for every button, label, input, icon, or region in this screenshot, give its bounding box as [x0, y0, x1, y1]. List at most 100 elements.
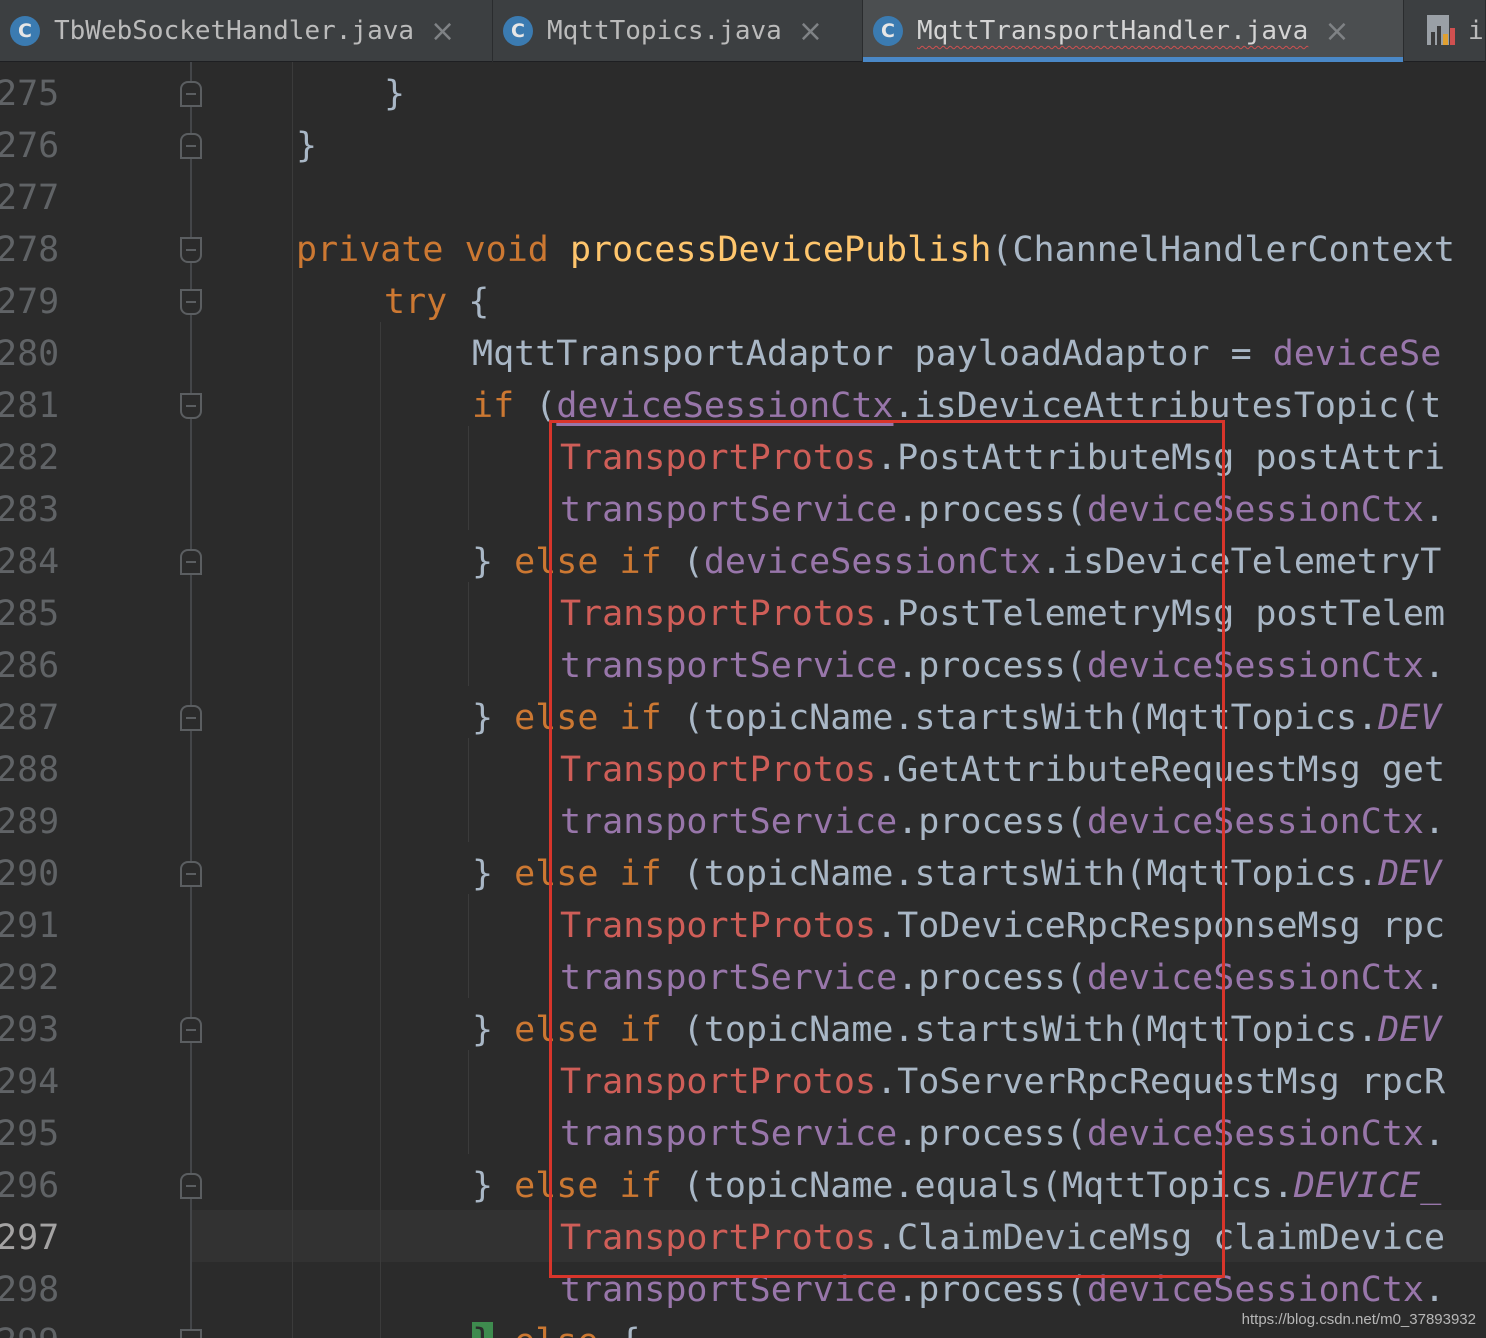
code-line[interactable]: 281 if (deviceSessionCtx.isDeviceAttribu… — [0, 380, 1486, 432]
code-text: TransportProtos.PostTelemetryMsg postTel… — [560, 594, 1446, 634]
code-text: try { — [384, 282, 490, 322]
code-line[interactable]: 277 — [0, 172, 1486, 224]
code-line[interactable]: 286 transportService.process(deviceSessi… — [0, 640, 1486, 692]
tab-label: TbWebSocketHandler.java — [54, 16, 415, 46]
line-number: 275 — [0, 74, 60, 114]
line-number: 286 — [0, 646, 60, 686]
code-text: } else { — [472, 1316, 641, 1338]
code-text: transportService.process(deviceSessionCt… — [560, 958, 1446, 998]
code-text: private void processDevicePublish(Channe… — [296, 230, 1455, 270]
chart-file-icon — [1427, 15, 1455, 45]
line-number: 280 — [0, 334, 60, 374]
tab-tbwebsockethandler[interactable]: C TbWebSocketHandler.java × — [0, 0, 493, 62]
line-number: 295 — [0, 1114, 60, 1154]
line-number: 279 — [0, 282, 60, 322]
close-icon[interactable]: × — [430, 14, 455, 49]
code-editor[interactable]: 275 } 276 } 277 278 private void process… — [0, 62, 1486, 1338]
line-number: 277 — [0, 178, 60, 218]
fold-start-icon[interactable] — [180, 1329, 202, 1338]
code-line[interactable]: 279 try { — [0, 276, 1486, 328]
line-number: 293 — [0, 1010, 60, 1050]
line-number: 298 — [0, 1270, 60, 1310]
code-line[interactable]: 284 } else if (deviceSessionCtx.isDevice… — [0, 536, 1486, 588]
code-line-current[interactable]: 297 TransportProtos.ClaimDeviceMsg claim… — [0, 1212, 1486, 1264]
fold-end-icon[interactable] — [180, 1017, 202, 1043]
line-number: 296 — [0, 1166, 60, 1206]
java-class-icon: C — [873, 16, 903, 46]
line-number: 278 — [0, 230, 60, 270]
code-line[interactable]: 283 transportService.process(deviceSessi… — [0, 484, 1486, 536]
tab-mqtttransporthandler[interactable]: C MqttTransportHandler.java × — [863, 0, 1404, 62]
code-text: transportService.process(deviceSessionCt… — [560, 646, 1446, 686]
code-text: if (deviceSessionCtx.isDeviceAttributesT… — [472, 386, 1442, 426]
line-number: 287 — [0, 698, 60, 738]
code-text: transportService.process(deviceSessionCt… — [560, 1270, 1446, 1310]
line-number: 285 — [0, 594, 60, 634]
fold-end-icon[interactable] — [180, 1173, 202, 1199]
line-number: 276 — [0, 126, 60, 166]
code-text: } else if (topicName.equals(MqttTopics.D… — [472, 1166, 1442, 1206]
code-line[interactable]: 280 MqttTransportAdaptor payloadAdaptor … — [0, 328, 1486, 380]
code-line[interactable]: 292 transportService.process(deviceSessi… — [0, 952, 1486, 1004]
code-line[interactable]: 282 TransportProtos.PostAttributeMsg pos… — [0, 432, 1486, 484]
tab-label: id — [1468, 16, 1485, 46]
tab-label: MqttTopics.java — [547, 16, 782, 46]
code-line[interactable]: 276 } — [0, 120, 1486, 172]
code-line[interactable]: 293 } else if (topicName.startsWith(Mqtt… — [0, 1004, 1486, 1056]
code-text: transportService.process(deviceSessionCt… — [560, 490, 1446, 530]
fold-end-icon[interactable] — [180, 705, 202, 731]
fold-end-icon[interactable] — [180, 133, 202, 159]
code-line[interactable]: 278 private void processDevicePublish(Ch… — [0, 224, 1486, 276]
code-line[interactable]: 296 } else if (topicName.equals(MqttTopi… — [0, 1160, 1486, 1212]
editor-tab-bar: C TbWebSocketHandler.java × C MqttTopics… — [0, 0, 1486, 62]
code-text: TransportProtos.ToServerRpcRequestMsg rp… — [560, 1062, 1446, 1102]
fold-start-icon[interactable] — [180, 237, 202, 263]
code-text: MqttTransportAdaptor payloadAdaptor = de… — [472, 334, 1442, 374]
matched-brace: } — [472, 1322, 494, 1338]
code-text: transportService.process(deviceSessionCt… — [560, 802, 1446, 842]
code-text: } — [384, 74, 406, 114]
code-line[interactable]: 290 } else if (topicName.startsWith(Mqtt… — [0, 848, 1486, 900]
line-number: 283 — [0, 490, 60, 530]
code-text: TransportProtos.ToDeviceRpcResponseMsg r… — [560, 906, 1446, 946]
code-line[interactable]: 289 transportService.process(deviceSessi… — [0, 796, 1486, 848]
code-line[interactable]: 295 transportService.process(deviceSessi… — [0, 1108, 1486, 1160]
code-text: } else if (deviceSessionCtx.isDeviceTele… — [472, 542, 1442, 582]
fold-end-icon[interactable] — [180, 549, 202, 575]
fold-end-icon[interactable] — [180, 81, 202, 107]
code-line[interactable]: 294 TransportProtos.ToServerRpcRequestMs… — [0, 1056, 1486, 1108]
tab-label: MqttTransportHandler.java — [917, 16, 1309, 46]
line-number: 282 — [0, 438, 60, 478]
java-class-icon: C — [10, 16, 40, 46]
line-number: 290 — [0, 854, 60, 894]
line-number: 289 — [0, 802, 60, 842]
close-icon[interactable]: × — [1324, 14, 1349, 49]
line-number: 292 — [0, 958, 60, 998]
line-number: 281 — [0, 386, 60, 426]
fold-start-icon[interactable] — [180, 289, 202, 315]
code-line[interactable]: 285 TransportProtos.PostTelemetryMsg pos… — [0, 588, 1486, 640]
code-text: TransportProtos.ClaimDeviceMsg claimDevi… — [560, 1218, 1446, 1258]
fold-end-icon[interactable] — [180, 861, 202, 887]
code-line[interactable]: 275 } — [0, 68, 1486, 120]
line-number: 288 — [0, 750, 60, 790]
line-number: 294 — [0, 1062, 60, 1102]
code-text: } else if (topicName.startsWith(MqttTopi… — [472, 854, 1442, 894]
code-line[interactable]: 291 TransportProtos.ToDeviceRpcResponseM… — [0, 900, 1486, 952]
tab-truncated[interactable]: id — [1404, 0, 1486, 62]
line-number: 291 — [0, 906, 60, 946]
code-text: } else if (topicName.startsWith(MqttTopi… — [472, 698, 1442, 738]
watermark: https://blog.csdn.net/m0_37893932 — [1241, 1311, 1476, 1328]
java-class-icon: C — [503, 16, 533, 46]
code-text: TransportProtos.GetAttributeRequestMsg g… — [560, 750, 1446, 790]
code-text: } — [296, 126, 318, 166]
code-line[interactable]: 287 } else if (topicName.startsWith(Mqtt… — [0, 692, 1486, 744]
line-number: 284 — [0, 542, 60, 582]
fold-start-icon[interactable] — [180, 393, 202, 419]
tab-mqtttopics[interactable]: C MqttTopics.java × — [493, 0, 863, 62]
code-line[interactable]: 288 TransportProtos.GetAttributeRequestM… — [0, 744, 1486, 796]
close-icon[interactable]: × — [798, 14, 823, 49]
line-number: 297 — [0, 1218, 60, 1258]
line-number: 299 — [0, 1316, 59, 1338]
code-line[interactable]: 298 transportService.process(deviceSessi… — [0, 1264, 1486, 1316]
